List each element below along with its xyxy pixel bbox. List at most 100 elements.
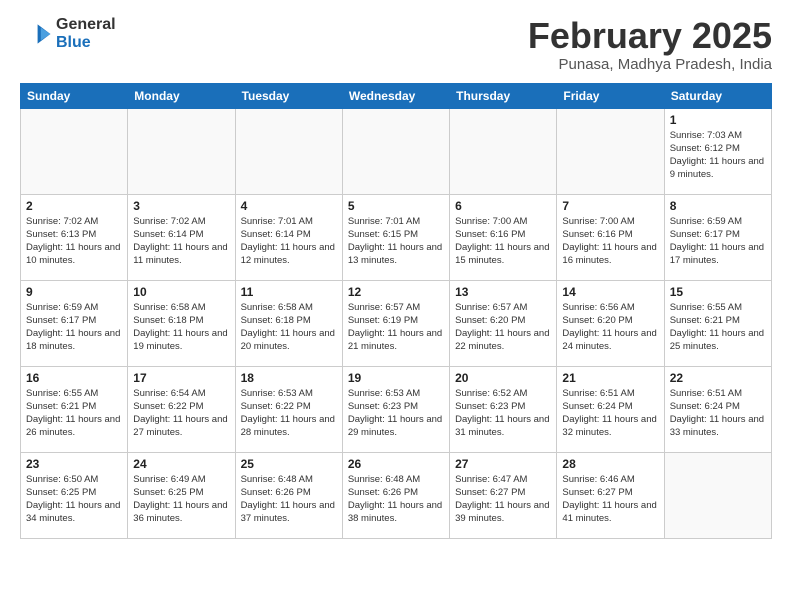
calendar-cell	[128, 108, 235, 194]
calendar-cell: 21 Sunrise: 6:51 AM Sunset: 6:24 PM Dayli…	[557, 366, 664, 452]
logo-text: General Blue	[56, 16, 116, 51]
day-info: Sunrise: 6:59 AM Sunset: 6:17 PM Dayligh…	[26, 301, 122, 354]
day-info: Sunrise: 7:02 AM Sunset: 6:13 PM Dayligh…	[26, 215, 122, 268]
calendar-cell: 2Sunrise: 7:02 AM Sunset: 6:13 PM Daylig…	[21, 194, 128, 280]
day-info: Sunrise: 6:52 AM Sunset: 6:23 PM Dayligh…	[455, 387, 551, 440]
page: General Blue February 2025 Punasa, Madhy…	[0, 0, 792, 555]
day-number: 1	[670, 113, 766, 127]
calendar-cell: 18Sunrise: 6:53 AM Sunset: 6:22 PM Dayli…	[235, 366, 342, 452]
day-number: 8	[670, 199, 766, 213]
day-number: 9	[26, 285, 122, 299]
logo-general-text: General	[56, 16, 116, 34]
day-info: Sunrise: 6:55 AM Sunset: 6:21 PM Dayligh…	[26, 387, 122, 440]
day-info: Sunrise: 7:00 AM Sunset: 6:16 PM Dayligh…	[562, 215, 658, 268]
day-number: 12	[348, 285, 444, 299]
calendar-cell: 13 Sunrise: 6:57 AM Sunset: 6:20 PM Dayli…	[450, 280, 557, 366]
calendar-cell	[557, 108, 664, 194]
weekday-header-sunday: Sunday	[21, 83, 128, 108]
calendar-cell: 3 Sunrise: 7:02 AM Sunset: 6:14 PM Daylig…	[128, 194, 235, 280]
day-number: 5	[348, 199, 444, 213]
day-number: 16	[26, 371, 122, 385]
weekday-header-monday: Monday	[128, 83, 235, 108]
calendar-cell	[664, 452, 771, 538]
calendar-cell: 12 Sunrise: 6:57 AM Sunset: 6:19 PM Dayli…	[342, 280, 449, 366]
calendar-cell: 25 Sunrise: 6:48 AM Sunset: 6:26 PM Dayli…	[235, 452, 342, 538]
day-info: Sunrise: 6:57 AM Sunset: 6:19 PM Dayligh…	[348, 301, 444, 354]
calendar-cell: 14 Sunrise: 6:56 AM Sunset: 6:20 PM Dayli…	[557, 280, 664, 366]
calendar-cell: 11 Sunrise: 6:58 AM Sunset: 6:18 PM Dayli…	[235, 280, 342, 366]
day-number: 11	[241, 285, 337, 299]
day-number: 10	[133, 285, 229, 299]
day-number: 13	[455, 285, 551, 299]
week-row-2: 9 Sunrise: 6:59 AM Sunset: 6:17 PM Daylig…	[21, 280, 772, 366]
calendar-cell: 27 Sunrise: 6:47 AM Sunset: 6:27 PM Dayli…	[450, 452, 557, 538]
day-info: Sunrise: 6:48 AM Sunset: 6:26 PM Dayligh…	[241, 473, 337, 526]
day-info: Sunrise: 6:58 AM Sunset: 6:18 PM Dayligh…	[241, 301, 337, 354]
calendar-cell: 24 Sunrise: 6:49 AM Sunset: 6:25 PM Dayli…	[128, 452, 235, 538]
logo-blue-text: Blue	[56, 34, 116, 52]
day-info: Sunrise: 6:49 AM Sunset: 6:25 PM Dayligh…	[133, 473, 229, 526]
location: Punasa, Madhya Pradesh, India	[528, 56, 772, 73]
day-number: 24	[133, 457, 229, 471]
header: General Blue February 2025 Punasa, Madhy…	[20, 16, 772, 73]
calendar-cell: 19 Sunrise: 6:53 AM Sunset: 6:23 PM Dayli…	[342, 366, 449, 452]
day-info: Sunrise: 6:53 AM Sunset: 6:22 PM Dayligh…	[241, 387, 337, 440]
weekday-header-thursday: Thursday	[450, 83, 557, 108]
calendar-cell	[235, 108, 342, 194]
day-number: 22	[670, 371, 766, 385]
day-number: 6	[455, 199, 551, 213]
day-info: Sunrise: 6:59 AM Sunset: 6:17 PM Dayligh…	[670, 215, 766, 268]
calendar-cell: 6 Sunrise: 7:00 AM Sunset: 6:16 PM Daylig…	[450, 194, 557, 280]
title-block: February 2025 Punasa, Madhya Pradesh, In…	[528, 16, 772, 73]
day-number: 14	[562, 285, 658, 299]
day-info: Sunrise: 7:01 AM Sunset: 6:15 PM Dayligh…	[348, 215, 444, 268]
day-number: 19	[348, 371, 444, 385]
weekday-header-friday: Friday	[557, 83, 664, 108]
day-info: Sunrise: 7:01 AM Sunset: 6:14 PM Dayligh…	[241, 215, 337, 268]
day-number: 23	[26, 457, 122, 471]
day-number: 20	[455, 371, 551, 385]
calendar-cell: 5 Sunrise: 7:01 AM Sunset: 6:15 PM Daylig…	[342, 194, 449, 280]
calendar-cell: 22 Sunrise: 6:51 AM Sunset: 6:24 PM Dayli…	[664, 366, 771, 452]
day-info: Sunrise: 7:00 AM Sunset: 6:16 PM Dayligh…	[455, 215, 551, 268]
day-info: Sunrise: 7:02 AM Sunset: 6:14 PM Dayligh…	[133, 215, 229, 268]
day-info: Sunrise: 7:03 AM Sunset: 6:12 PM Dayligh…	[670, 129, 766, 182]
calendar-cell: 7 Sunrise: 7:00 AM Sunset: 6:16 PM Daylig…	[557, 194, 664, 280]
logo-icon	[20, 18, 52, 50]
day-number: 25	[241, 457, 337, 471]
calendar-cell: 17Sunrise: 6:54 AM Sunset: 6:22 PM Dayli…	[128, 366, 235, 452]
day-info: Sunrise: 6:51 AM Sunset: 6:24 PM Dayligh…	[670, 387, 766, 440]
day-number: 15	[670, 285, 766, 299]
weekday-header-saturday: Saturday	[664, 83, 771, 108]
calendar-cell: 16 Sunrise: 6:55 AM Sunset: 6:21 PM Dayli…	[21, 366, 128, 452]
day-info: Sunrise: 6:54 AM Sunset: 6:22 PM Dayligh…	[133, 387, 229, 440]
calendar-cell: 8 Sunrise: 6:59 AM Sunset: 6:17 PM Daylig…	[664, 194, 771, 280]
week-row-4: 23 Sunrise: 6:50 AM Sunset: 6:25 PM Dayli…	[21, 452, 772, 538]
weekday-header-tuesday: Tuesday	[235, 83, 342, 108]
day-info: Sunrise: 6:58 AM Sunset: 6:18 PM Dayligh…	[133, 301, 229, 354]
calendar-cell: 28 Sunrise: 6:46 AM Sunset: 6:27 PM Dayli…	[557, 452, 664, 538]
calendar-cell	[342, 108, 449, 194]
month-year: February 2025	[528, 16, 772, 56]
day-info: Sunrise: 6:55 AM Sunset: 6:21 PM Dayligh…	[670, 301, 766, 354]
day-number: 28	[562, 457, 658, 471]
day-number: 21	[562, 371, 658, 385]
day-number: 27	[455, 457, 551, 471]
weekday-header-wednesday: Wednesday	[342, 83, 449, 108]
day-info: Sunrise: 6:57 AM Sunset: 6:20 PM Dayligh…	[455, 301, 551, 354]
day-info: Sunrise: 6:53 AM Sunset: 6:23 PM Dayligh…	[348, 387, 444, 440]
day-info: Sunrise: 6:48 AM Sunset: 6:26 PM Dayligh…	[348, 473, 444, 526]
day-number: 4	[241, 199, 337, 213]
day-number: 7	[562, 199, 658, 213]
calendar-cell: 1 Sunrise: 7:03 AM Sunset: 6:12 PM Daylig…	[664, 108, 771, 194]
calendar-cell: 23 Sunrise: 6:50 AM Sunset: 6:25 PM Dayli…	[21, 452, 128, 538]
day-info: Sunrise: 6:46 AM Sunset: 6:27 PM Dayligh…	[562, 473, 658, 526]
week-row-1: 2Sunrise: 7:02 AM Sunset: 6:13 PM Daylig…	[21, 194, 772, 280]
day-info: Sunrise: 6:47 AM Sunset: 6:27 PM Dayligh…	[455, 473, 551, 526]
day-number: 3	[133, 199, 229, 213]
day-info: Sunrise: 6:51 AM Sunset: 6:24 PM Dayligh…	[562, 387, 658, 440]
day-info: Sunrise: 6:56 AM Sunset: 6:20 PM Dayligh…	[562, 301, 658, 354]
weekday-header-row: SundayMondayTuesdayWednesdayThursdayFrid…	[21, 83, 772, 108]
day-info: Sunrise: 6:50 AM Sunset: 6:25 PM Dayligh…	[26, 473, 122, 526]
calendar-cell: 10 Sunrise: 6:58 AM Sunset: 6:18 PM Dayli…	[128, 280, 235, 366]
